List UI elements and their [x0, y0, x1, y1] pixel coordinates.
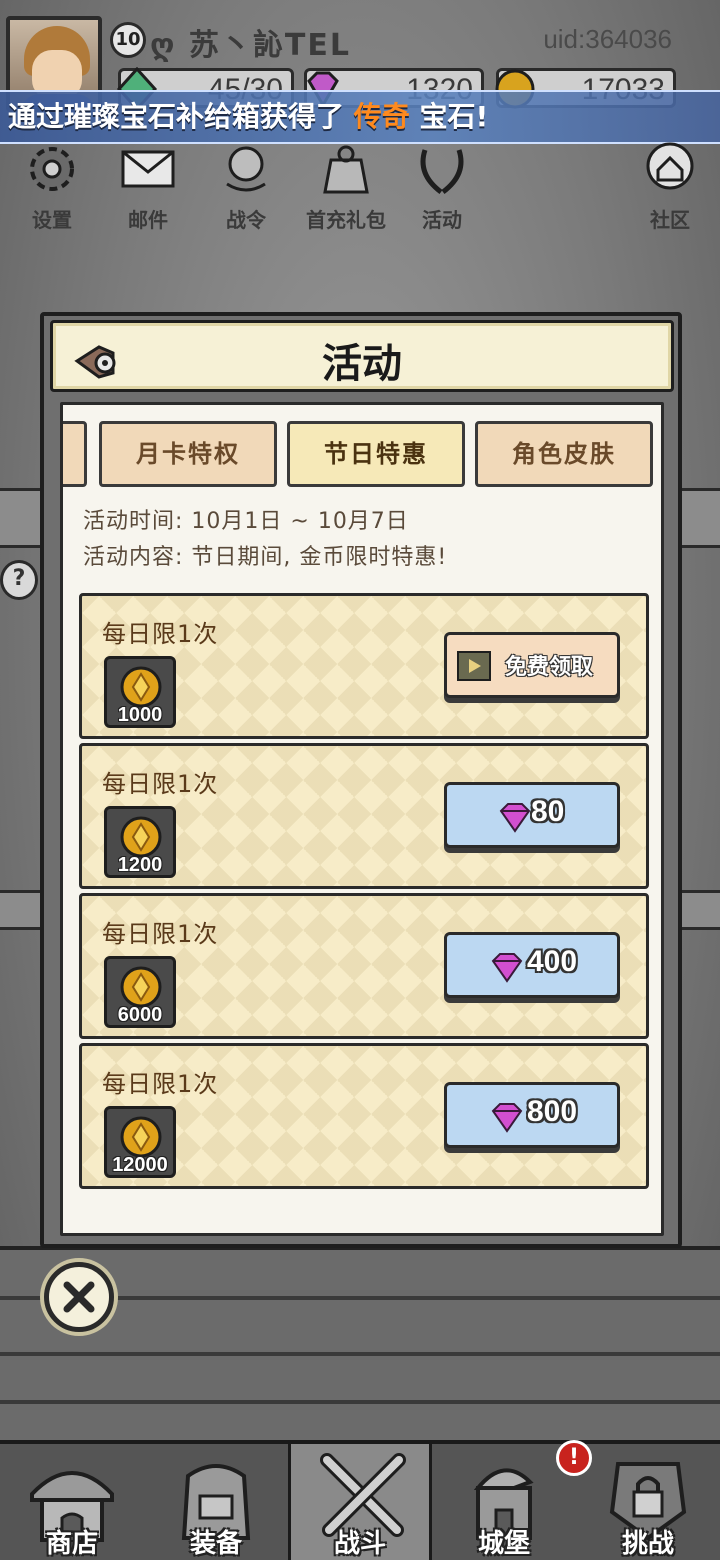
mail-button[interactable]: 邮件	[98, 140, 198, 233]
gem-price: 400	[527, 945, 578, 978]
gem-icon	[491, 953, 523, 983]
gold-coin-icon	[120, 1116, 162, 1158]
close-icon	[63, 1281, 95, 1313]
banner-text: 通过璀璨宝石补给箱获得了	[8, 100, 345, 133]
buy-with-gems-button[interactable]: 400	[444, 932, 620, 998]
first-charge-gift-label: 首充礼包	[306, 208, 386, 232]
gold-amount: 1200	[117, 854, 163, 876]
offer-limit: 每日限1次	[102, 770, 219, 798]
gold-reward: 12000	[104, 1106, 176, 1178]
wooden-floor	[0, 1246, 720, 1446]
gem-icon	[491, 1103, 523, 1133]
player-name: ღ 苏丶訫TEL	[150, 28, 351, 63]
gold-amount: 6000	[117, 1004, 163, 1026]
dialog-title: 活动	[322, 341, 402, 387]
community-label: 社区	[650, 208, 690, 232]
events-button[interactable]: 活动	[392, 140, 492, 233]
event-tabs: 月卡特权 节日特惠 角色皮肤	[63, 421, 667, 491]
laurel-icon	[420, 149, 464, 194]
tab-character-skins[interactable]: 角色皮肤	[475, 421, 653, 487]
events-dialog: 活动 月卡特权 节日特惠 角色皮肤 活动时间: 10月1日 ~ 10月7日 活动…	[40, 312, 682, 1248]
battle-pass-button[interactable]: 战令	[196, 140, 296, 233]
home-icon	[646, 142, 694, 190]
settings-button[interactable]: 设置	[2, 140, 102, 233]
player-uid: uid:364036	[543, 24, 672, 54]
announcement-banner: 通过璀璨宝石补给箱获得了 传奇 宝石!	[0, 90, 720, 144]
close-button[interactable]	[44, 1262, 114, 1332]
banner-suffix: 宝石!	[419, 100, 489, 133]
video-ad-icon	[457, 651, 491, 681]
offer-card: 每日限1次 6000 400	[79, 893, 649, 1039]
offer-limit: 每日限1次	[102, 1070, 219, 1098]
event-time: 活动时间: 10月1日 ~ 10月7日	[83, 509, 409, 534]
nav-battle-label: 战斗	[333, 1529, 386, 1559]
nav-equipment-label: 装备	[189, 1529, 242, 1559]
events-label: 活动	[422, 208, 462, 232]
nav-equipment[interactable]: 装备	[144, 1444, 288, 1560]
gold-coin-icon	[120, 666, 162, 708]
tab-monthly-card[interactable]: 月卡特权	[99, 421, 277, 487]
nav-shop[interactable]: 商店	[0, 1444, 144, 1560]
level-badge: 10	[110, 22, 146, 58]
community-button[interactable]: 社区	[620, 140, 720, 233]
gem-icon	[499, 803, 531, 833]
banner-highlight: 传奇	[353, 100, 410, 133]
gold-coin-icon	[120, 966, 162, 1008]
castle-alert-badge: !	[556, 1440, 592, 1476]
gold-reward: 6000	[104, 956, 176, 1028]
settings-label: 设置	[32, 208, 72, 232]
help-button[interactable]: ?	[0, 560, 38, 600]
event-panel: 月卡特权 节日特惠 角色皮肤 活动时间: 10月1日 ~ 10月7日 活动内容:…	[60, 402, 664, 1236]
nav-battle[interactable]: 战斗	[288, 1444, 432, 1560]
gift-bag-icon	[323, 145, 369, 194]
gold-reward: 1000	[104, 656, 176, 728]
offer-card: 每日限1次 1000 免费领取	[79, 593, 649, 739]
gold-reward: 1200	[104, 806, 176, 878]
nav-castle-label: 城堡	[477, 1529, 530, 1559]
gold-amount: 12000	[112, 1154, 168, 1176]
tab-previous-stub[interactable]	[63, 421, 87, 487]
battle-pass-label: 战令	[226, 208, 266, 232]
offer-card: 每日限1次 1200 80	[79, 743, 649, 889]
mail-icon	[121, 150, 175, 188]
nav-challenge[interactable]: 挑战	[576, 1444, 720, 1560]
mail-label: 邮件	[128, 208, 168, 232]
gem-price: 80	[531, 795, 565, 828]
nav-castle[interactable]: 城堡	[432, 1444, 576, 1560]
offer-limit: 每日限1次	[102, 920, 219, 948]
buy-with-gems-button[interactable]: 80	[444, 782, 620, 848]
bottom-navigation: 商店 装备 战斗 城堡 挑战	[0, 1440, 720, 1560]
free-claim-label: 免费领取	[505, 655, 594, 680]
gear-icon	[30, 147, 74, 191]
nav-shop-label: 商店	[45, 1529, 98, 1559]
event-content: 活动内容: 节日期间, 金币限时特惠!	[83, 545, 448, 570]
dialog-header: 活动	[50, 320, 674, 392]
offer-limit: 每日限1次	[102, 620, 219, 648]
gold-amount: 1000	[117, 704, 163, 726]
offer-card: 每日限1次 12000 800	[79, 1043, 649, 1189]
gem-price: 800	[527, 1095, 578, 1128]
gold-coin-icon	[120, 816, 162, 858]
first-charge-gift-button[interactable]: 首充礼包	[296, 140, 396, 233]
tab-holiday-deals[interactable]: 节日特惠	[287, 421, 465, 487]
buy-with-gems-button[interactable]: 800	[444, 1082, 620, 1148]
battle-pass-icon	[226, 146, 266, 192]
nav-challenge-label: 挑战	[621, 1529, 674, 1559]
free-claim-button[interactable]: 免费领取	[444, 632, 620, 698]
